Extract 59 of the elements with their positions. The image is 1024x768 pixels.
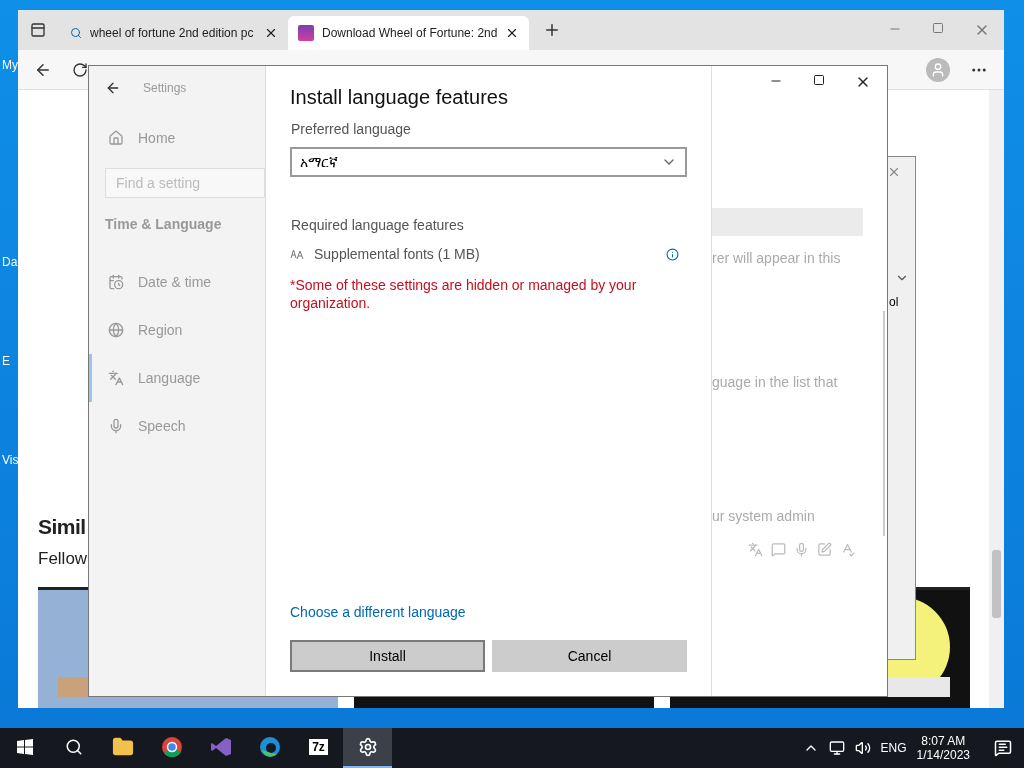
taskbar-app[interactable] [343,728,392,768]
clock-time[interactable]: 8:07 AM [921,734,966,748]
scrollbar[interactable] [989,90,1004,708]
warning-text: *Some of these settings are hidden or managed by your organization. [290,276,638,312]
windows-icon [16,739,33,755]
desktop-icon-label[interactable]: My [2,58,18,72]
notifications-icon[interactable] [994,739,1012,757]
field-label: Preferred language [290,121,412,137]
section-heading: Simil [38,515,86,539]
window-title: Settings [143,81,187,95]
visual-studio-icon [209,736,232,758]
install-button[interactable]: Install [290,640,485,672]
choose-language-link[interactable]: Choose a different language [290,604,687,620]
pen-icon [817,542,832,557]
browser-tab[interactable]: Download Wheel of Fortune: 2nd [288,16,530,50]
input-language[interactable]: ENG [880,741,907,755]
language-dropdown[interactable]: አማርኛ [290,147,687,177]
faded-text: ur system admin [712,508,816,524]
microphone-icon [108,418,124,434]
microphone-icon [794,542,809,557]
dialog-title: Install language features [290,86,509,109]
globe-icon [108,322,124,338]
edge-icon [258,736,281,758]
tab-actions-icon[interactable] [30,22,46,38]
search-icon [64,738,83,756]
clock-date[interactable]: 1/14/2023 [916,748,970,762]
chrome-icon [160,736,183,758]
language-icon [748,542,763,557]
desktop-icon-label[interactable]: E [2,354,10,368]
language-icon [108,370,124,386]
calendar-icon [108,274,124,290]
section-subheading: Fellow [38,549,88,569]
message-icon [771,542,786,557]
section-title: Time & Language [104,215,223,234]
info-icon[interactable] [666,247,679,261]
network-icon[interactable] [828,740,845,756]
taskbar-app[interactable]: 7z [294,728,343,768]
back-icon[interactable] [105,80,121,96]
archiver-icon: 7z [309,739,328,755]
list-item-text: ol [889,295,899,309]
site-favicon-icon [298,25,314,41]
maximize-icon[interactable] [813,74,825,86]
faded-text: rer will appear in this [712,250,842,266]
close-icon[interactable] [264,26,278,40]
cancel-button[interactable]: Cancel [492,640,687,672]
faded-text: guage in the list that [712,374,839,390]
volume-icon[interactable] [854,740,871,756]
desktop-icon-label[interactable]: Da [2,255,18,269]
home-icon [108,130,124,146]
browser-tab[interactable]: wheel of fortune 2nd edition pc [60,16,288,50]
desktop-icon-label[interactable]: Vis [2,453,19,467]
spell-check-icon [840,542,855,557]
search-icon [70,27,82,39]
section-label: Required language features [290,217,465,233]
folder-icon [111,736,134,758]
refresh-icon[interactable] [72,61,88,78]
font-icon [290,248,304,260]
settings-icon [357,737,378,757]
feature-label: Supplemental fonts (1 MB) [314,246,481,262]
